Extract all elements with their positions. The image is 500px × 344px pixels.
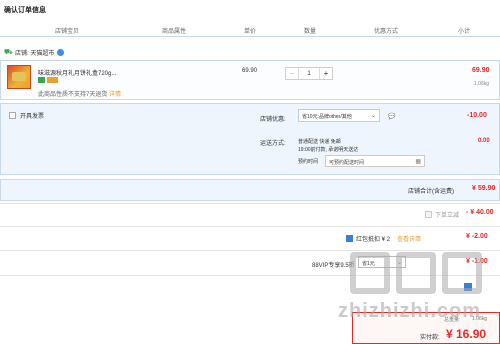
discount-amount: -10.00 (467, 112, 487, 119)
payable-label: 实付款: (420, 335, 440, 341)
discount-info-icon[interactable]: 💬 (388, 113, 395, 120)
col-attributes: 商品属性 (162, 29, 187, 35)
unit-price: 69.90 (242, 68, 258, 74)
delivery-fee: 0.00 (478, 138, 490, 144)
return-policy-text: 此商品性质不支持7天退货 (38, 92, 108, 98)
page-title: 确认订单信息 (4, 7, 46, 14)
watermark-glyph (350, 252, 390, 294)
red-packet-label: 红包抵扣 ¥ 2 (356, 237, 391, 243)
watermark-glyph (396, 252, 436, 294)
red-packet-details-link[interactable]: 查看详情 (397, 234, 421, 243)
delivery-time-value: 可预约配送时间 (329, 160, 365, 166)
chat-icon[interactable] (57, 49, 65, 56)
delivery-promise: 19:00前付款, 承诺明天送达 (298, 147, 359, 153)
delivery-label: 运送方式: (260, 141, 286, 147)
instant-discount-label: 下单立减 (435, 213, 460, 219)
watermark-logo (350, 252, 490, 300)
quantity-minus-button[interactable]: − (286, 68, 299, 79)
red-packet-checkbox[interactable] (346, 235, 353, 242)
vip-discount-label: 88VIP专享9.5折 (312, 263, 355, 269)
watermark-glyph (442, 252, 482, 294)
quantity-input[interactable]: 1 (299, 68, 319, 79)
chevron-down-icon: ⌄ (370, 113, 376, 119)
col-unit-price: 单价 (244, 29, 257, 35)
order-options-panel (0, 103, 500, 175)
service-badge-icon (38, 77, 45, 83)
discount-label: 店铺优惠: (260, 117, 286, 123)
delivery-time-label: 预约时间 (298, 159, 319, 165)
divider (0, 203, 500, 204)
watermark-text: zhizhizhi.com (338, 300, 481, 322)
delivery-info: 普通配送 快递 免邮 19:00前付款, 承诺明天送达 (298, 138, 358, 154)
shop-label[interactable]: 店铺: 天猫超市 (15, 48, 54, 57)
product-name[interactable]: 味滋源秋月礼月饼礼盒720g... (38, 68, 116, 77)
col-discount: 优惠方式 (374, 29, 399, 35)
quantity-stepper: − 1 + (285, 67, 333, 80)
item-weight: 1.06kg (474, 81, 490, 87)
invoice-option[interactable]: 开具发票 (9, 111, 44, 120)
col-shop-item: 店铺宝贝 (55, 29, 80, 35)
discount-select[interactable]: 省10元:品牌other/其他 ⌄ (298, 109, 380, 122)
col-quantity: 数量 (304, 29, 317, 35)
delivery-method: 普通配送 快递 免邮 (298, 139, 341, 145)
column-header: 店铺宝贝 商品属性 单价 数量 优惠方式 小计 (0, 23, 500, 37)
red-packet-value: ¥ -2.00 (466, 233, 488, 240)
payable-amount: ¥ 16.90 (446, 327, 487, 341)
return-policy-note: 此商品性质不支持7天退货 详情 (38, 89, 121, 98)
promo-badge-icon (47, 77, 58, 83)
quantity-plus-button[interactable]: + (319, 68, 332, 79)
shop-total-label: 店铺合计(含运费) (408, 189, 454, 195)
divider (0, 250, 500, 251)
instant-discount: 下单立减 (425, 210, 459, 219)
shop-total-value: ¥ 59.90 (472, 185, 496, 192)
calendar-icon: ▦ (415, 159, 421, 165)
discount-selected: 省10元:品牌other/其他 (302, 114, 352, 120)
instant-discount-checkbox (425, 211, 432, 218)
instant-discount-value: - ¥ 40.00 (466, 209, 494, 216)
item-subtotal: 69.90 (472, 67, 490, 74)
invoice-label: 开具发票 (20, 114, 45, 120)
delivery-time-select[interactable]: 可预约配送时间 ▦ (325, 155, 425, 167)
red-packet-option[interactable]: 红包抵扣 ¥ 2 查看详情 (346, 234, 421, 243)
shop-header: ⛟ 店铺: 天猫超市 (4, 48, 65, 57)
return-policy-link[interactable]: 详情 (109, 92, 121, 98)
shop-icon: ⛟ (4, 48, 13, 56)
divider (0, 226, 500, 227)
col-subtotal: 小计 (458, 29, 471, 35)
product-thumbnail[interactable] (7, 65, 31, 89)
invoice-checkbox[interactable] (9, 112, 16, 119)
